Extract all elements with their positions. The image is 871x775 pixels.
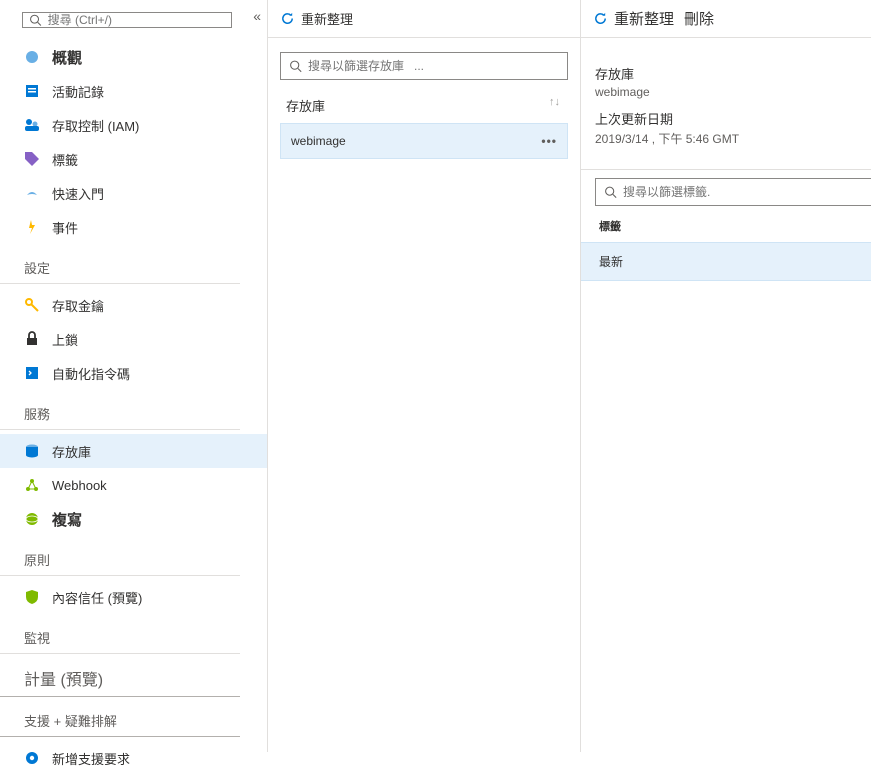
sidebar-search[interactable] [22,12,232,28]
nav-policy: 內容信任 (預覽) [0,580,267,614]
nav-label: 活動記錄 [52,82,104,101]
delete-button[interactable]: 刪除 [684,8,714,29]
tag-search[interactable] [595,178,871,206]
nav-locks[interactable]: 上鎖 [0,322,267,356]
search-icon [29,13,42,27]
tag-icon [24,151,40,167]
updated-label: 上次更新日期 [595,109,871,128]
replication-icon [24,511,40,527]
nav-metrics[interactable]: 計量 (預覽) [0,658,240,697]
nav-overview[interactable]: 概觀 [0,40,267,74]
lock-icon [24,331,40,347]
nav-quickstart[interactable]: 快速入門 [0,176,267,210]
detail-block: 存放庫 webimage 上次更新日期 2019/3/14 , 下午 5:46 … [581,38,871,157]
shield-icon [24,589,40,605]
refresh-label: 重新整理 [301,9,353,28]
sort-icon: ↑↓ [549,96,560,115]
nav-webhook[interactable]: Webhook [0,468,267,502]
repo-icon [24,443,40,459]
tag-search-input[interactable] [623,185,863,199]
webhook-icon [24,477,40,493]
repo-name: webimage [291,134,346,148]
repo-search-input[interactable] [308,59,559,73]
nav-access-control[interactable]: 存取控制 (IAM) [0,108,267,142]
nav-label: 標籤 [52,150,78,169]
nav-tags[interactable]: 標籤 [0,142,267,176]
access-icon [24,117,40,133]
nav-automation-script[interactable]: 自動化指令碼 [0,356,267,390]
section-service: 服務 [0,390,240,430]
nav-label: 複寫 [52,509,82,530]
refresh-button[interactable]: 重新整理 [593,8,674,29]
section-support: 支援 + 疑難排解 [0,697,240,737]
event-icon [24,219,40,235]
search-icon [604,185,617,199]
nav-label: 存取控制 (IAM) [52,116,139,135]
activity-icon [24,83,40,99]
key-icon [24,297,40,313]
collapse-icon[interactable]: « [253,8,261,24]
tag-name: 最新 [599,255,623,269]
nav-label: 內容信任 (預覽) [52,588,142,607]
nav-support: 新增支援要求 [0,741,267,775]
updated-value: 2019/3/14 , 下午 5:46 GMT [595,130,871,147]
nav-label: 上鎖 [52,330,78,349]
repo-detail-pane: 重新整理 刪除 存放庫 webimage 上次更新日期 2019/3/14 , … [581,0,871,752]
repo-toolbar: 重新整理 [268,0,580,38]
nav-events[interactable]: 事件 [0,210,267,244]
nav-activity[interactable]: 活動記錄 [0,74,267,108]
script-icon [24,365,40,381]
nav-content-trust[interactable]: 內容信任 (預覽) [0,580,267,614]
refresh-button[interactable]: 重新整理 [280,9,353,28]
nav-label: Webhook [52,478,107,493]
nav-new-support-request[interactable]: 新增支援要求 [0,741,267,775]
tag-row[interactable]: 最新 [581,242,871,281]
repo-row[interactable]: webimage ••• [280,123,568,159]
repo-column-header[interactable]: 存放庫 ↑↓ [268,88,580,123]
nav-access-keys[interactable]: 存取金鑰 [0,288,267,322]
nav-label: 快速入門 [52,184,104,203]
detail-toolbar: 重新整理 刪除 [581,0,871,38]
delete-label: 刪除 [684,8,714,29]
quickstart-icon [24,185,40,201]
sidebar-search-input[interactable] [48,13,225,27]
repo-value: webimage [595,85,871,99]
nav-main: 概觀 活動記錄 存取控制 (IAM) 標籤 快速入門 事件 [0,40,267,244]
nav-label: 新增支援要求 [52,749,130,768]
section-policy: 原則 [0,536,240,576]
nav-repositories[interactable]: 存放庫 [0,434,267,468]
repo-list-pane: 重新整理 存放庫 ↑↓ webimage ••• [268,0,581,752]
nav-label: 概觀 [52,47,82,68]
repo-search[interactable] [280,52,568,80]
section-monitor: 監視 [0,614,240,654]
refresh-label: 重新整理 [614,8,674,29]
nav-service: 存放庫 Webhook 複寫 [0,434,267,536]
nav-settings: 存取金鑰 上鎖 自動化指令碼 [0,288,267,390]
divider [581,169,871,170]
section-settings: 設定 [0,244,240,284]
nav-replication[interactable]: 複寫 [0,502,267,536]
search-icon [289,59,302,73]
nav-label: 自動化指令碼 [52,364,130,383]
overview-icon [24,49,40,65]
sidebar: « 概觀 活動記錄 存取控制 (IAM) 標籤 快速入門 事件 設定 [0,0,268,752]
repo-label: 存放庫 [595,64,871,83]
nav-label: 事件 [52,218,78,237]
refresh-icon [593,11,608,26]
more-icon[interactable]: ••• [541,134,557,148]
support-icon [24,750,40,766]
col-label: 存放庫 [286,96,325,115]
nav-label: 存取金鑰 [52,296,104,315]
nav-label: 存放庫 [52,442,91,461]
tag-column-header: 標籤 [581,206,871,242]
refresh-icon [280,11,295,26]
